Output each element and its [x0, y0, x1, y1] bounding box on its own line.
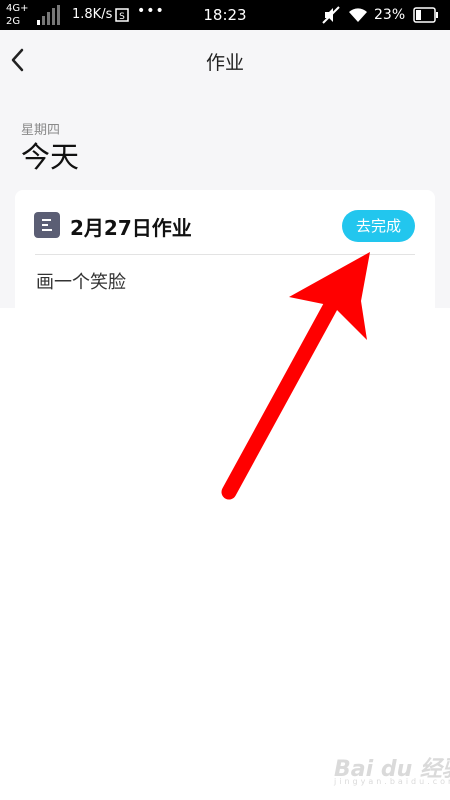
complete-button[interactable]: 去完成 — [342, 210, 415, 242]
homework-card[interactable]: 2月27日作业 去完成 画一个笑脸 — [15, 190, 435, 338]
watermark-subtitle: jingyan.baidu.com — [334, 777, 450, 786]
battery-icon — [413, 7, 438, 23]
app-area: 作业 星期四 今天 2月27日作业 去完成 画一个笑脸 — [0, 30, 450, 338]
mute-icon — [322, 6, 340, 24]
watermark: Bai du 经验 jingyan.baidu.com — [334, 747, 450, 787]
task-description: 画一个笑脸 — [36, 272, 126, 293]
status-bar: 4G+ 2G 1.8K/s S ••• 18:23 23% — [0, 0, 450, 30]
day-title: 今天 — [21, 140, 80, 174]
homework-title: 2月27日作业 — [70, 216, 192, 240]
battery-percent: 23% — [374, 7, 406, 23]
page-title: 作业 — [205, 52, 244, 74]
wifi-icon — [349, 8, 367, 22]
card-divider — [35, 254, 415, 255]
document-icon — [34, 212, 60, 238]
